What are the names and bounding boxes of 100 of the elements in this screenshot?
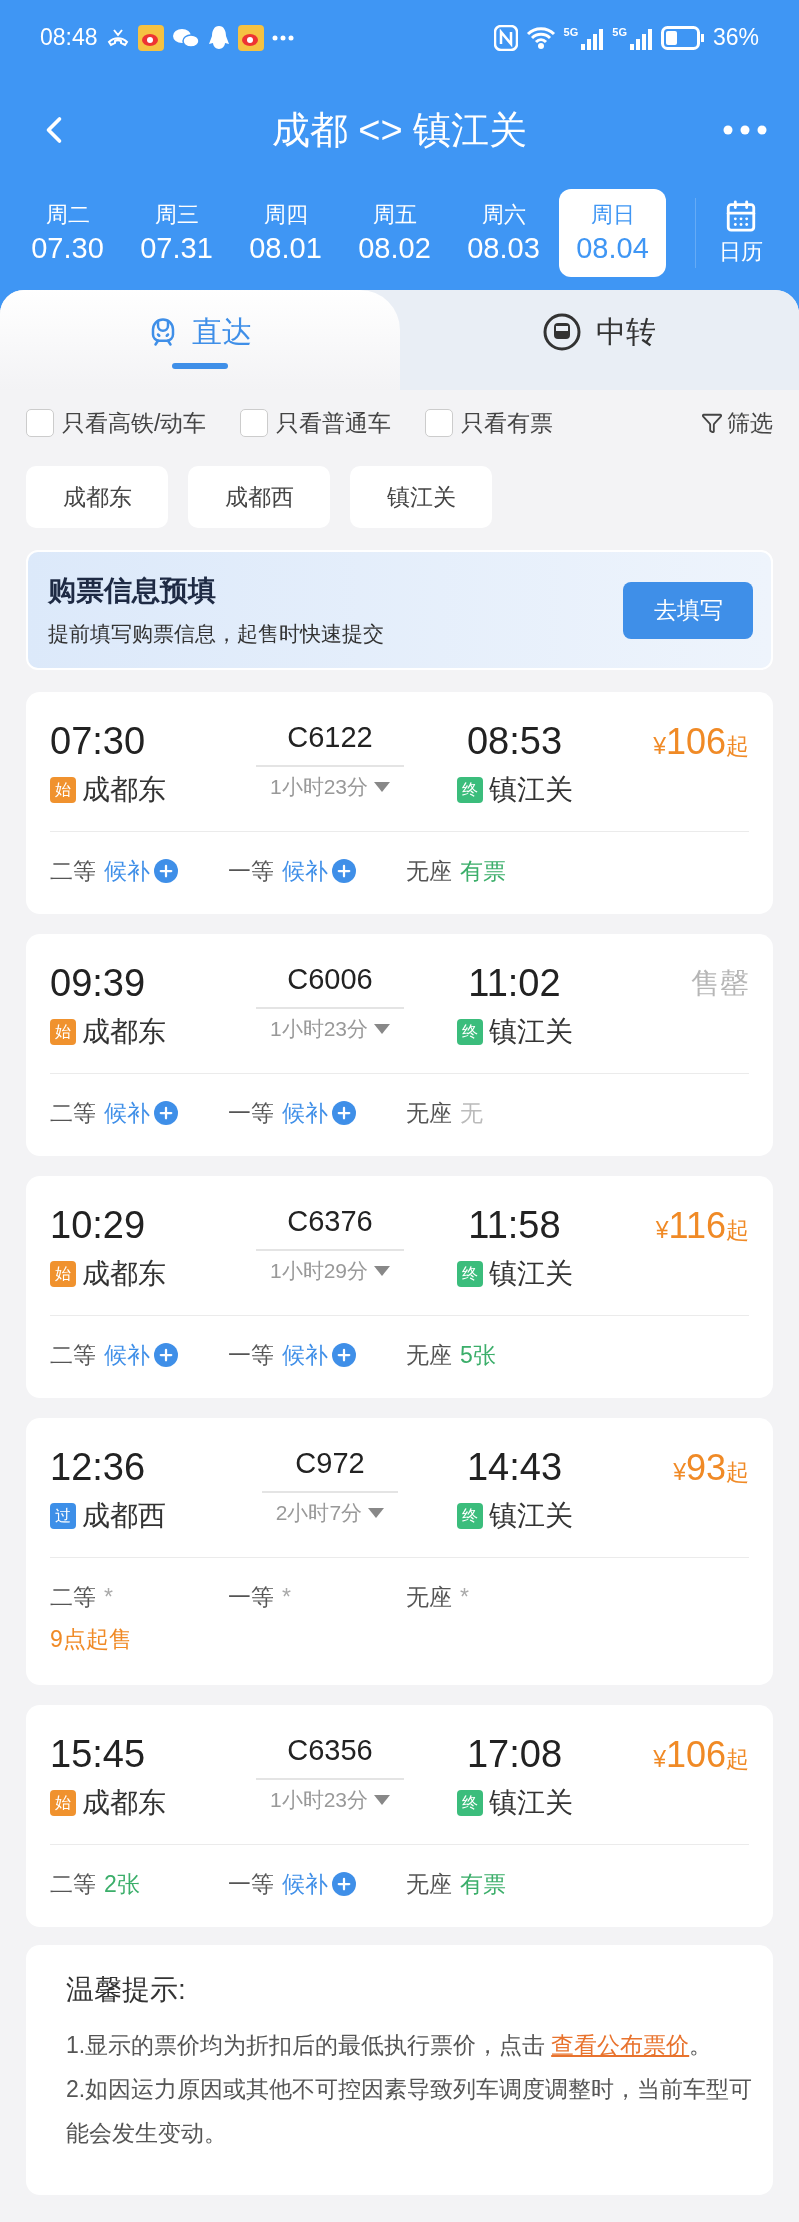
seat-status: 候补 — [104, 856, 150, 886]
departure-time: 15:45 — [50, 1733, 146, 1776]
station-badge: 始 — [50, 1019, 76, 1045]
seat-status: 候补 — [282, 856, 328, 886]
train-number: C6122 — [286, 721, 374, 755]
arrival-time: 14:43 — [466, 1446, 563, 1489]
checkbox-label: 只看有票 — [461, 408, 554, 438]
seat-class: 无座 — [406, 1582, 452, 1612]
train-number: C6376 — [286, 1205, 374, 1239]
date-tab[interactable]: 周日 08.04 — [559, 188, 666, 277]
route-tab[interactable]: 中转 — [399, 290, 799, 390]
price: ¥116起 — [655, 1204, 749, 1247]
date-tab[interactable]: 周四 08.01 — [232, 188, 339, 277]
train-card[interactable]: 10:29 C6376 11:58 ¥116起 始 成都东 1小时29分 终 镇江关 二等 候补 一等 候补 无座 5张 — [26, 1176, 773, 1398]
station-chip[interactable]: 镇江关 — [350, 466, 492, 528]
nfc-icon — [493, 24, 518, 51]
train-card[interactable]: 09:39 C6006 11:02 售罄 始 成都东 1小时23分 终 镇江关 二等 候补 一等 候补 无座 无 — [26, 934, 773, 1156]
filter-button[interactable]: 筛选 — [701, 407, 773, 439]
seat-class: 一等 — [228, 1098, 274, 1128]
duration-dropdown[interactable]: 2小时7分 — [261, 1491, 399, 1527]
checkbox-label: 只看普通车 — [276, 408, 392, 438]
route-title: 成都 <> 镇江关 — [270, 107, 529, 153]
seat-class: 无座 — [406, 1869, 452, 1899]
station-chip[interactable]: 成都东 — [26, 466, 168, 528]
train-circle-icon — [542, 312, 583, 352]
seat-status: 候补 — [104, 1098, 150, 1128]
station-badge: 始 — [50, 777, 76, 803]
origin-station: 成都东 — [82, 1786, 166, 1820]
seat-class: 一等 — [228, 1869, 274, 1899]
banner-title: 购票信息预填 — [48, 574, 217, 608]
price: ¥106起 — [653, 1733, 749, 1776]
plus-icon[interactable] — [332, 1343, 356, 1367]
arrival-time: 11:02 — [468, 962, 561, 1005]
seat-status: * — [104, 1583, 113, 1611]
app-notification-icon — [237, 24, 264, 51]
date-tab[interactable]: 周二 07.30 — [14, 188, 121, 277]
seat-status: 候补 — [104, 1340, 150, 1370]
plus-icon[interactable] — [332, 1101, 356, 1125]
plus-icon[interactable] — [332, 859, 356, 883]
checkbox[interactable] — [26, 409, 54, 437]
seat-class: 二等 — [50, 1582, 96, 1612]
caret-icon — [368, 1508, 385, 1518]
seat-status: 有票 — [460, 1869, 506, 1899]
destination-station: 镇江关 — [488, 773, 573, 807]
sale-time-note: 9点起售 — [50, 1625, 133, 1654]
caret-icon — [374, 1266, 390, 1276]
departure-time: 09:39 — [50, 962, 146, 1005]
duration-dropdown[interactable]: 1小时23分 — [255, 765, 404, 801]
penguin-icon — [207, 24, 230, 51]
train-card[interactable]: 07:30 C6122 08:53 ¥106起 始 成都东 1小时23分 终 镇江关 二等 候补 一等 候补 无座 有票 — [26, 692, 773, 914]
caret-icon — [374, 1795, 390, 1805]
seat-status: * — [282, 1583, 291, 1611]
seat-status: 无 — [460, 1098, 483, 1128]
seat-status: 有票 — [460, 856, 506, 886]
date-tab[interactable]: 周三 07.31 — [123, 188, 230, 277]
arrival-time: 08:53 — [466, 720, 563, 763]
origin-station: 成都东 — [82, 1257, 166, 1291]
origin-station: 成都东 — [82, 773, 166, 807]
more-notifications-icon — [271, 34, 294, 41]
route-tab[interactable]: 直达 — [0, 290, 400, 390]
calendar-button[interactable]: 日历 — [695, 197, 785, 268]
battery-icon — [660, 25, 705, 50]
seat-class: 无座 — [406, 1340, 452, 1370]
price: ¥106起 — [653, 720, 749, 763]
battery-percentage: 36% — [712, 24, 759, 51]
tip-text: 2.如因运力原因或其他不可控因素导致列车调度调整时，当前车型可能会发生变动。 — [66, 2075, 754, 2148]
plus-icon[interactable] — [154, 859, 178, 883]
seat-class: 二等 — [50, 1098, 96, 1128]
banner-subtitle: 提前填写购票信息，起售时快速提交 — [48, 621, 385, 647]
station-badge: 始 — [50, 1261, 76, 1287]
date-tab[interactable]: 周六 08.03 — [450, 188, 557, 277]
wifi-icon — [525, 25, 556, 50]
filter-icon — [701, 412, 723, 434]
station-badge: 终 — [456, 1019, 483, 1045]
train-card[interactable]: 12:36 C972 14:43 ¥93起 过 成都西 2小时7分 终 镇江关 二等 * 一等 * 无座 * 9点起售 — [26, 1418, 773, 1685]
date-tab[interactable]: 周五 08.02 — [341, 188, 448, 277]
seat-class: 一等 — [228, 1582, 274, 1612]
checkbox[interactable] — [425, 409, 454, 437]
plus-icon[interactable] — [154, 1343, 178, 1367]
seat-status: 5张 — [460, 1340, 496, 1370]
duration-dropdown[interactable]: 1小时23分 — [255, 1007, 404, 1043]
plus-icon[interactable] — [332, 1872, 356, 1896]
more-button[interactable] — [723, 125, 767, 135]
fare-link[interactable]: 查看公布票价 — [551, 2032, 690, 2058]
checkbox[interactable] — [240, 409, 269, 437]
arrival-time: 11:58 — [468, 1204, 561, 1247]
more-icon — [723, 125, 767, 135]
station-badge: 终 — [456, 1261, 483, 1287]
train-number: C6356 — [286, 1734, 374, 1768]
plus-icon[interactable] — [154, 1101, 178, 1125]
origin-station: 成都东 — [82, 1015, 166, 1049]
seat-class: 无座 — [406, 856, 452, 886]
fill-in-button[interactable]: 去填写 — [623, 581, 753, 639]
seat-class: 二等 — [50, 1340, 96, 1370]
sold-out-label: 售罄 — [691, 965, 749, 1001]
price: ¥93起 — [673, 1446, 749, 1489]
station-chip[interactable]: 成都西 — [188, 466, 330, 528]
train-card[interactable]: 15:45 C6356 17:08 ¥106起 始 成都东 1小时23分 终 镇江关 二等 2张 一等 候补 无座 有票 — [26, 1705, 773, 1927]
duration-dropdown[interactable]: 1小时23分 — [255, 1778, 404, 1814]
duration-dropdown[interactable]: 1小时29分 — [255, 1249, 404, 1285]
